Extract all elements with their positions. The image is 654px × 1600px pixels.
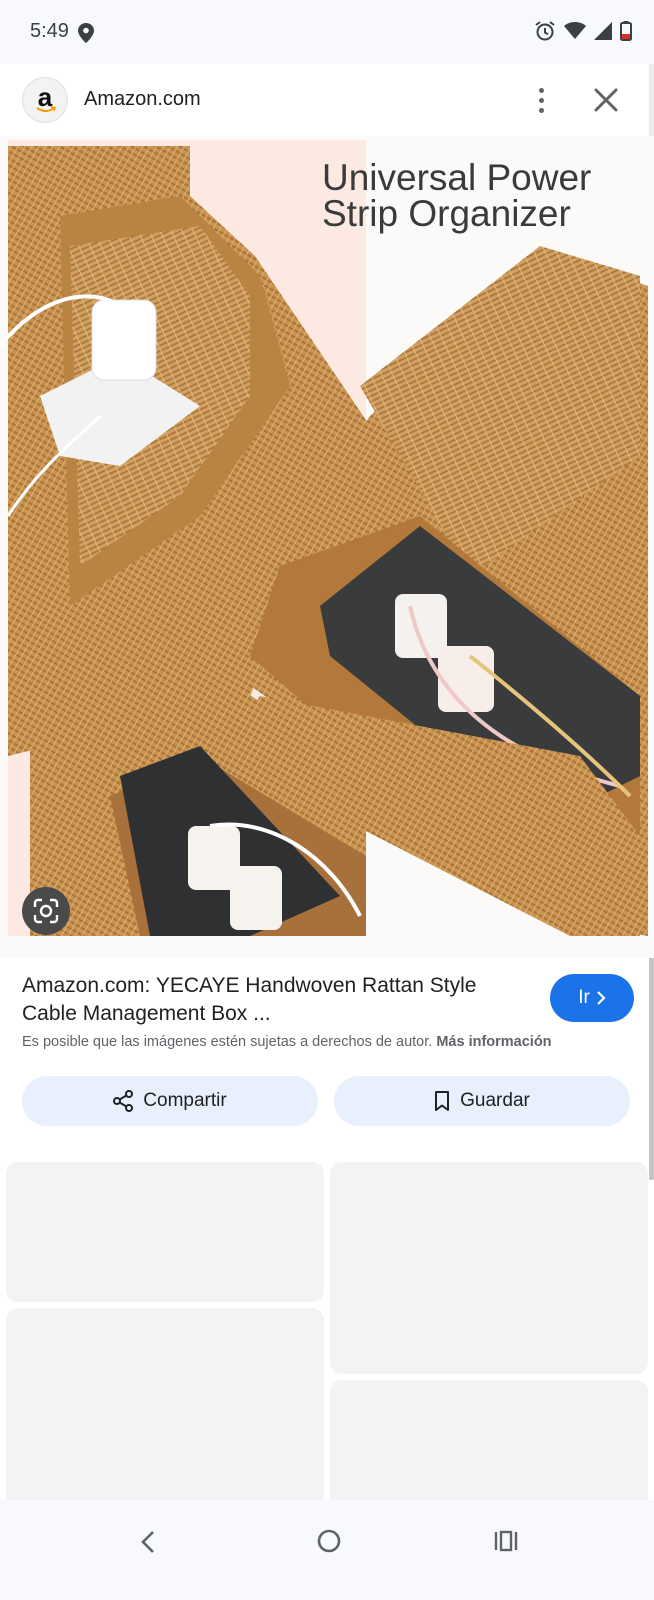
recents-icon[interactable]: [494, 1529, 518, 1553]
copyright-note: Es posible que las imágenes estén sujeta…: [22, 1034, 642, 1050]
related-result-placeholder[interactable]: [330, 1380, 648, 1500]
chevron-right-icon: [597, 991, 606, 1005]
close-icon[interactable]: [590, 84, 622, 116]
status-bar: 5:49: [0, 0, 654, 64]
copyright-text: Es posible que las imágenes estén sujeta…: [22, 1034, 433, 1050]
visit-button-label: Ir: [578, 987, 590, 1008]
battery-low-icon: [620, 21, 632, 41]
location-icon: [78, 23, 94, 43]
home-icon[interactable]: [316, 1528, 342, 1554]
related-result-placeholder[interactable]: [330, 1162, 648, 1374]
system-nav-bar: [0, 1500, 654, 1600]
more-options-button[interactable]: [526, 82, 556, 118]
alarm-icon: [535, 21, 555, 41]
site-logo: a: [22, 77, 68, 123]
lens-search-button[interactable]: [22, 887, 70, 935]
share-button[interactable]: Compartir: [22, 1076, 318, 1126]
image-viewer[interactable]: Universal Power Strip Organizer: [0, 136, 654, 958]
back-icon[interactable]: [136, 1528, 160, 1556]
share-button-label: Compartir: [143, 1090, 227, 1111]
more-dot-icon: [538, 107, 544, 113]
image-overlay-line1: Universal Power: [322, 157, 591, 198]
bookmark-icon: [435, 1091, 450, 1111]
more-info-link[interactable]: Más información: [436, 1034, 551, 1050]
save-button[interactable]: Guardar: [334, 1076, 630, 1126]
viewer-header: a Amazon.com: [0, 64, 654, 136]
amazon-smile-icon: [36, 106, 56, 112]
related-result-placeholder[interactable]: [6, 1308, 324, 1500]
image-overlay-line2: Strip Organizer: [322, 193, 571, 234]
visit-button[interactable]: Ir: [550, 974, 634, 1022]
save-button-label: Guardar: [460, 1090, 530, 1111]
related-result-placeholder[interactable]: [6, 1162, 324, 1302]
result-title[interactable]: Amazon.com: YECAYE Handwoven Rattan Styl…: [22, 972, 522, 1028]
wifi-icon: [564, 22, 586, 39]
more-dot-icon: [538, 87, 544, 93]
signal-icon: [594, 22, 612, 40]
product-image: Universal Power Strip Organizer: [0, 136, 654, 958]
lens-icon: [33, 898, 59, 924]
status-time: 5:49: [30, 20, 69, 42]
site-name[interactable]: Amazon.com: [84, 88, 201, 111]
share-icon: [113, 1090, 134, 1112]
more-dot-icon: [538, 97, 544, 103]
